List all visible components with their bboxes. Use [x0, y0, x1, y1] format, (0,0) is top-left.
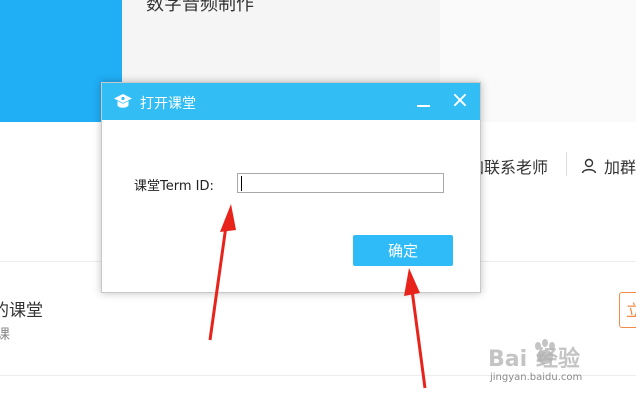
- confirm-button[interactable]: 确定: [353, 235, 453, 266]
- minimize-icon[interactable]: [414, 91, 434, 111]
- my-class-heading: 的课堂: [0, 301, 43, 321]
- svg-text:经验: 经验: [536, 346, 580, 372]
- app-window: 数字音频制作 加联系老师 加群 的课堂 课 立 打开课堂 × 课堂Term ID…: [0, 0, 636, 406]
- divider: [566, 152, 567, 176]
- term-id-input[interactable]: [237, 173, 444, 193]
- dialog-titlebar[interactable]: 打开课堂 ×: [102, 83, 480, 120]
- user-icon: [581, 158, 597, 174]
- close-icon[interactable]: ×: [450, 90, 470, 112]
- text-cursor: [241, 176, 242, 191]
- enter-class-button[interactable]: 立: [619, 292, 636, 328]
- watermark-domain: jingyan.baidu.com: [490, 372, 583, 383]
- join-group-link[interactable]: 加群: [580, 154, 636, 178]
- term-id-label: 课堂Term ID:: [134, 179, 214, 194]
- svg-text:Bai: Bai: [488, 347, 527, 372]
- open-class-dialog: 打开课堂 × 课堂Term ID: 确定: [101, 82, 481, 293]
- my-class-subtitle: 课: [0, 327, 10, 343]
- join-group-label: 加群: [604, 158, 636, 177]
- dialog-title: 打开课堂: [140, 96, 196, 112]
- course-title: 数字音频制作: [146, 0, 254, 15]
- graduation-cap-icon: [114, 94, 132, 108]
